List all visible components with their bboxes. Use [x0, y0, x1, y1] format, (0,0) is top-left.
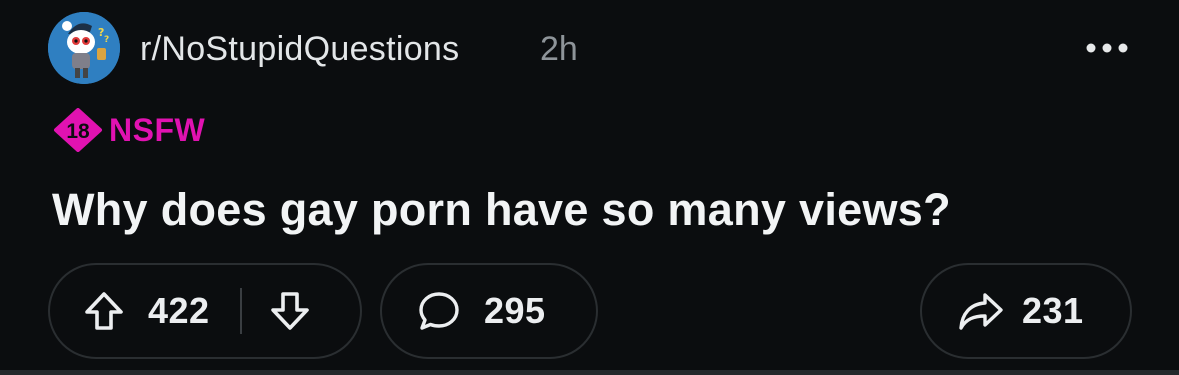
share-icon-wrap: [956, 288, 1006, 334]
nsfw-label: NSFW: [109, 111, 206, 148]
upvote-arrow-icon: [85, 292, 123, 330]
vote-divider: [239, 288, 242, 334]
share-button[interactable]: 231: [920, 263, 1132, 359]
upvote-count: 422: [148, 290, 210, 331]
nsfw-tag: 18 NSFW: [53, 108, 205, 152]
share-arrow-icon: [959, 293, 1003, 330]
vote-bar: 422: [48, 263, 362, 359]
post-separator: [0, 370, 1179, 375]
more-options-icon: [1086, 43, 1128, 53]
post-title[interactable]: Why does gay porn have so many views?: [52, 180, 951, 240]
subreddit-name[interactable]: r/NoStupidQuestions: [140, 26, 459, 72]
nsfw-badge-number: 18: [66, 120, 90, 143]
more-options-button[interactable]: [1082, 30, 1132, 66]
comments-button[interactable]: 295: [380, 263, 598, 359]
downvote-button[interactable]: [264, 285, 316, 337]
comment-count: 295: [484, 290, 546, 331]
subreddit-avatar-icon[interactable]: ? ?: [48, 12, 120, 84]
post-card[interactable]: ? ? r/NoStupidQuestions 2h 18 NSFW Why d…: [0, 0, 1179, 375]
share-count: 231: [1022, 290, 1084, 331]
post-timestamp: 2h: [540, 30, 578, 68]
comment-icon-wrap: [416, 288, 462, 334]
nsfw-18-badge-icon: 18: [54, 108, 102, 152]
svg-text:?: ?: [104, 35, 109, 45]
comment-bubble-icon: [419, 292, 459, 330]
downvote-arrow-icon: [270, 292, 309, 330]
upvote-button[interactable]: [78, 285, 130, 337]
